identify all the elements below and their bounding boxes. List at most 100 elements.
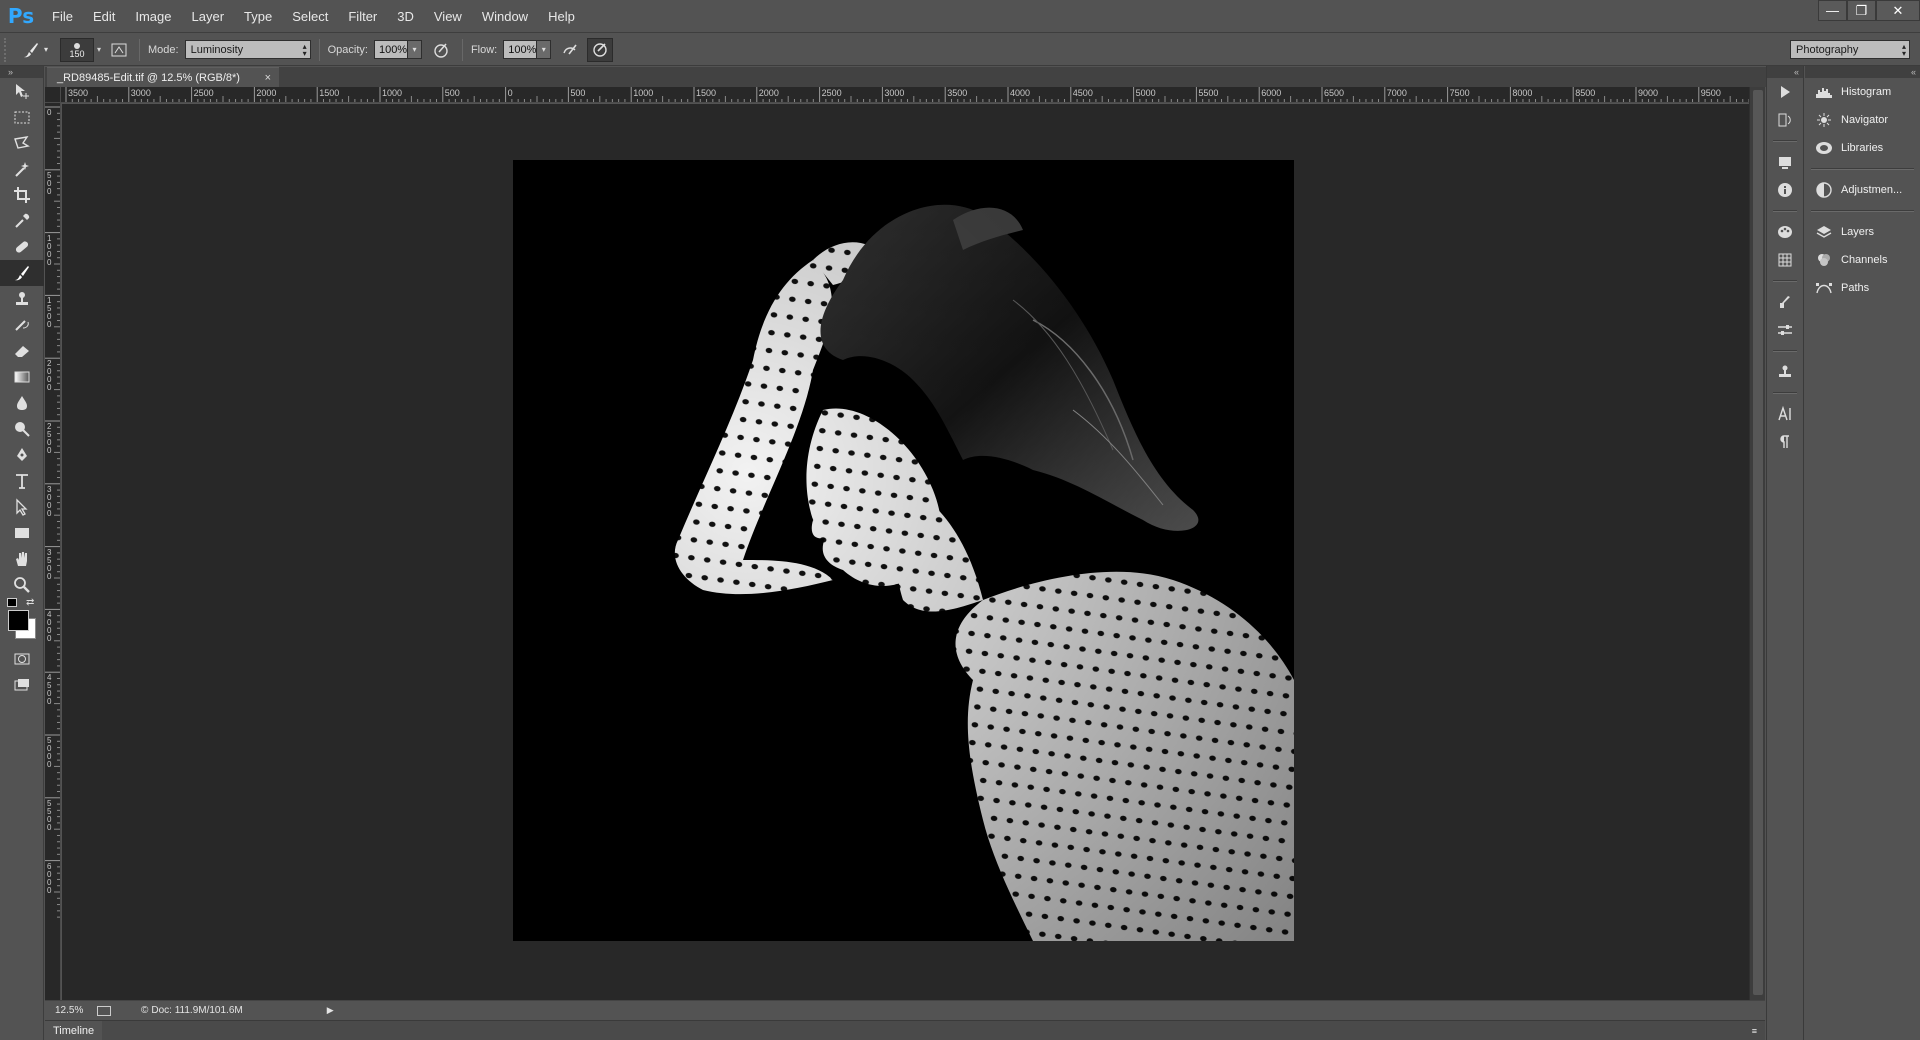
menu-type[interactable]: Type — [234, 0, 282, 33]
quick-mask-button[interactable] — [0, 646, 44, 672]
type-icon — [16, 474, 28, 489]
pressure-opacity-button[interactable] — [428, 38, 454, 62]
share-icon[interactable] — [97, 1005, 111, 1016]
gradient-icon — [14, 371, 30, 383]
character-button[interactable] — [1767, 400, 1803, 428]
color-button[interactable] — [1767, 218, 1803, 246]
canvas-area[interactable] — [62, 104, 1749, 1000]
brush-tool[interactable] — [0, 260, 44, 286]
move-icon — [16, 84, 29, 99]
menu-layer[interactable]: Layer — [182, 0, 235, 33]
flow-input[interactable]: 100% — [503, 40, 538, 59]
close-button[interactable]: ✕ — [1876, 0, 1920, 21]
collapse-tools-icon[interactable]: » — [0, 66, 43, 78]
ruler-origin[interactable] — [45, 87, 61, 103]
ruler-label: 4000 — [47, 610, 52, 644]
document-tab[interactable]: _RD89485-Edit.tif @ 12.5% (RGB/8*) × — [47, 67, 279, 87]
menu-image[interactable]: Image — [125, 0, 181, 33]
status-menu-arrow-icon[interactable]: ▶ — [327, 1005, 334, 1016]
foreground-color-swatch[interactable] — [8, 610, 29, 631]
ruler-label: 6000 — [47, 861, 52, 895]
scrollbar-thumb[interactable] — [1753, 90, 1763, 995]
vertical-scrollbar[interactable] — [1749, 87, 1765, 1000]
restore-button[interactable]: ❐ — [1847, 0, 1876, 21]
document-image[interactable] — [513, 160, 1294, 941]
default-colors-icon[interactable] — [7, 598, 17, 607]
history-button[interactable] — [1767, 106, 1803, 134]
dodge-tool[interactable] — [0, 416, 44, 442]
lasso-tool[interactable] — [0, 130, 44, 156]
zoom-tool[interactable] — [0, 572, 44, 598]
device-preview-button[interactable] — [1767, 148, 1803, 176]
hand-tool[interactable] — [0, 546, 44, 572]
path-selection-tool[interactable] — [0, 494, 44, 520]
crop-icon — [14, 187, 30, 203]
zoom-level[interactable]: 12.5% — [55, 1005, 91, 1016]
crop-tool[interactable] — [0, 182, 44, 208]
menu-select[interactable]: Select — [282, 0, 338, 33]
panel-menu-icon[interactable]: ≡ — [1752, 1026, 1757, 1036]
magic-wand-tool[interactable] — [0, 156, 44, 182]
copyright-icon: © — [141, 1005, 149, 1016]
panel-dock-icons: « — [1766, 66, 1804, 1040]
opacity-input[interactable]: 100% — [373, 40, 408, 59]
panel-layers[interactable]: Layers — [1805, 218, 1920, 246]
panel-paths[interactable]: Paths — [1805, 274, 1920, 302]
rectangle-tool[interactable] — [0, 520, 44, 546]
flow-slider-toggle[interactable]: ▾ — [537, 40, 552, 59]
brush-settings-button[interactable] — [1767, 316, 1803, 344]
healing-brush-tool[interactable] — [0, 234, 44, 260]
type-tool[interactable] — [0, 468, 44, 494]
timeline-tab[interactable]: Timeline — [45, 1021, 103, 1040]
panel-libraries[interactable]: Libraries — [1805, 134, 1920, 162]
menu-edit[interactable]: Edit — [83, 0, 125, 33]
screen-mode-button[interactable] — [0, 672, 44, 698]
expand-panels-icon[interactable]: « — [1805, 66, 1920, 78]
collapse-dock-icon[interactable]: « — [1767, 66, 1803, 78]
actions-button[interactable] — [1767, 78, 1803, 106]
options-grip[interactable] — [4, 37, 14, 62]
chevron-down-icon: ▾ — [43, 45, 48, 54]
menu-filter[interactable]: Filter — [338, 0, 387, 33]
swap-colors-icon[interactable]: ⇄ — [26, 597, 34, 608]
workspace-select[interactable]: Photography ▴ ▾ — [1790, 40, 1910, 59]
eraser-tool[interactable] — [0, 338, 44, 364]
panel-label: Layers — [1841, 226, 1875, 238]
pen-tool[interactable] — [0, 442, 44, 468]
mode-select[interactable]: Luminosity ▴ ▾ — [184, 40, 311, 59]
minimize-button[interactable]: — — [1818, 0, 1847, 21]
menu-help[interactable]: Help — [538, 0, 585, 33]
ruler-label: 5500 — [1198, 88, 1219, 98]
clone-source-button[interactable] — [1767, 358, 1803, 386]
swatches-button[interactable] — [1767, 246, 1803, 274]
clone-stamp-tool[interactable] — [0, 286, 44, 312]
marquee-tool[interactable] — [0, 104, 44, 130]
panel-adjustments[interactable]: Adjustmen... — [1805, 176, 1920, 204]
panel-channels[interactable]: Channels — [1805, 246, 1920, 274]
menu-3d[interactable]: 3D — [387, 0, 424, 33]
airbrush-button[interactable] — [557, 38, 583, 62]
paragraph-button[interactable] — [1767, 428, 1803, 456]
blur-tool[interactable] — [0, 390, 44, 416]
brush-presets-button[interactable] — [1767, 288, 1803, 316]
panel-navigator[interactable]: Navigator — [1805, 106, 1920, 134]
info-icon — [1778, 183, 1792, 197]
close-tab-icon[interactable]: × — [265, 72, 271, 84]
info-button[interactable] — [1767, 176, 1803, 204]
menu-view[interactable]: View — [424, 0, 472, 33]
brush-panel-toggle[interactable] — [107, 38, 131, 62]
opacity-slider-toggle[interactable]: ▾ — [407, 40, 422, 59]
horizontal-ruler[interactable]: 3500 3000 2500 2000 1500 1000 500 0 500 1000 1500 2… — [61, 87, 1749, 103]
brush-size-picker[interactable]: 150 — [60, 37, 94, 62]
gradient-tool[interactable] — [0, 364, 44, 390]
eyedropper-tool[interactable] — [0, 208, 44, 234]
tool-preset-picker[interactable]: ▾ — [14, 36, 54, 64]
menu-file[interactable]: File — [42, 0, 83, 33]
history-brush-tool[interactable] — [0, 312, 44, 338]
play-icon — [1781, 86, 1790, 98]
move-tool[interactable] — [0, 78, 44, 104]
menu-window[interactable]: Window — [472, 0, 538, 33]
panel-histogram[interactable]: Histogram — [1805, 78, 1920, 106]
vertical-ruler[interactable]: 0 500 1000 1500 2000 2500 3000 3500 4000 4500 5000… — [45, 103, 61, 1000]
pressure-size-button[interactable] — [587, 37, 614, 62]
